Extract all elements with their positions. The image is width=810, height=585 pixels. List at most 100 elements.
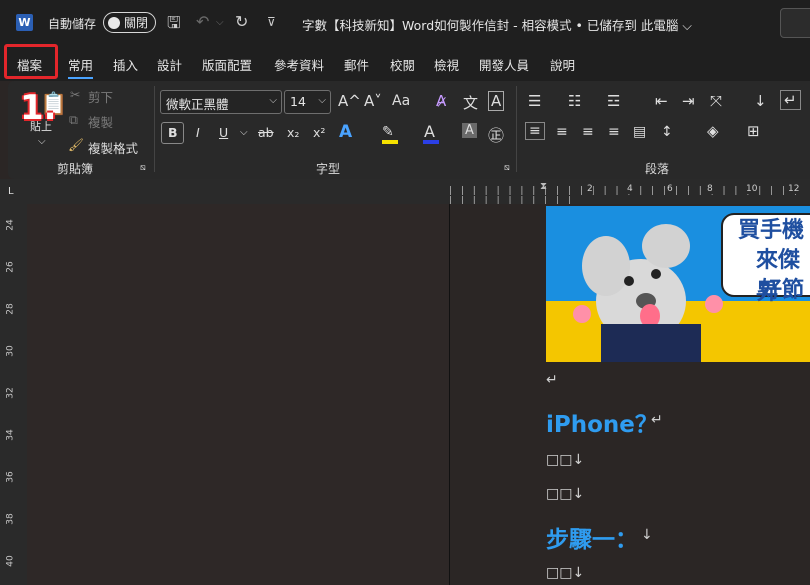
tab-insert[interactable]: 插入 bbox=[113, 55, 138, 74]
indent-marker-icon[interactable]: ⧗ bbox=[540, 181, 547, 192]
paste-dropdown-icon[interactable]: ⌵ bbox=[38, 136, 46, 147]
align-left-icon[interactable]: ≡ bbox=[525, 122, 545, 140]
vertical-ruler[interactable]: 24 26 28 30 32 34 36 38 40 bbox=[0, 204, 27, 585]
customize-toolbar-icon[interactable]: ⊽ bbox=[267, 15, 276, 29]
ruler-number: 10 bbox=[746, 184, 758, 194]
ruler-number: 26 bbox=[5, 261, 16, 273]
ruler-number: 12 bbox=[788, 184, 800, 194]
tab-references[interactable]: 參考資料 bbox=[274, 55, 324, 74]
ruler-number: 4 bbox=[627, 184, 633, 194]
numbering-icon[interactable]: ☷ bbox=[568, 92, 581, 110]
shading-icon[interactable]: ◈ bbox=[707, 122, 719, 140]
ruler-number: 28 bbox=[5, 303, 16, 315]
ribbon-tabs: 檔案 常用 插入 設計 版面配置 參考資料 郵件 校閱 檢視 開發人員 說明 bbox=[0, 45, 810, 81]
step-number-annotation: 1. bbox=[20, 88, 57, 128]
empty-line[interactable]: □□↓ bbox=[546, 452, 584, 468]
superscript-button[interactable]: x² bbox=[313, 125, 325, 140]
group-separator bbox=[516, 86, 517, 172]
tab-layout[interactable]: 版面配置 bbox=[202, 55, 252, 74]
clipboard-launcher-icon[interactable]: ⧅ bbox=[140, 163, 146, 173]
banner-text-line1: 買手機 bbox=[738, 218, 805, 243]
ruler-number: 6 bbox=[667, 184, 673, 194]
strikethrough-button[interactable]: ab bbox=[258, 125, 274, 140]
format-painter-icon[interactable]: 🖌 bbox=[68, 137, 84, 153]
document-title[interactable]: 字數【科技新知】Word如何製作信封 - 相容模式 • 已儲存到 此電腦 ⌵ bbox=[302, 15, 692, 34]
ruler-number: 2 bbox=[587, 184, 593, 194]
grow-font-button[interactable]: A^ bbox=[338, 92, 361, 110]
tab-developer[interactable]: 開發人員 bbox=[479, 55, 529, 74]
chevron-down-icon: ⌵ bbox=[269, 95, 277, 106]
decrease-indent-icon[interactable]: ⇤ bbox=[655, 92, 668, 110]
asian-layout-icon[interactable]: ⤧ bbox=[710, 92, 722, 110]
tab-home[interactable]: 常用 bbox=[68, 55, 94, 79]
tab-review[interactable]: 校閱 bbox=[390, 55, 415, 74]
character-shading-icon[interactable]: A bbox=[462, 123, 477, 138]
bullets-icon[interactable]: ☰ bbox=[528, 92, 541, 110]
multilevel-list-icon[interactable]: ☲ bbox=[607, 92, 620, 110]
distributed-icon[interactable]: ▤ bbox=[633, 124, 646, 140]
tab-view[interactable]: 檢視 bbox=[434, 55, 459, 74]
file-tab-highlight bbox=[4, 44, 58, 79]
text-effects-icon[interactable]: A bbox=[339, 122, 352, 142]
underline-button[interactable]: U bbox=[219, 125, 228, 140]
italic-button[interactable]: I bbox=[196, 125, 200, 140]
font-size-dropdown[interactable]: 14 ⌵ bbox=[284, 90, 331, 114]
empty-line[interactable]: □□↓ bbox=[546, 486, 584, 502]
sort-icon[interactable]: ↓ bbox=[754, 92, 767, 110]
paragraph-mark: ↵ bbox=[546, 372, 558, 388]
ruler-number: 32 bbox=[5, 387, 16, 399]
toggle-knob bbox=[108, 16, 120, 29]
justify-icon[interactable]: ≡ bbox=[608, 124, 620, 140]
undo-icon[interactable]: ↶ bbox=[196, 12, 209, 31]
clear-formatting-icon[interactable]: A̷ bbox=[436, 92, 446, 110]
show-marks-icon[interactable]: ↵ bbox=[780, 90, 801, 110]
font-group-label: 字型 bbox=[316, 162, 341, 176]
shrink-font-button[interactable]: A˅ bbox=[364, 92, 382, 110]
align-center-icon[interactable]: ≡ bbox=[556, 124, 568, 140]
highlight-color-icon[interactable]: ✎ bbox=[382, 124, 394, 140]
change-case-button[interactable]: Aa bbox=[392, 93, 410, 109]
font-size-value: 14 bbox=[290, 94, 306, 109]
empty-line[interactable]: □□↓ bbox=[546, 565, 584, 581]
heading-iphone[interactable]: iPhone？ bbox=[546, 405, 658, 439]
chevron-down-icon[interactable]: ⌵ bbox=[240, 127, 248, 138]
search-box[interactable] bbox=[780, 8, 810, 38]
cut-icon[interactable]: ✂ bbox=[70, 87, 80, 102]
format-painter-label[interactable]: 複製格式 bbox=[88, 138, 138, 157]
font-family-value: 微軟正黑體 bbox=[166, 97, 229, 112]
undo-dropdown-icon[interactable]: ⌵ bbox=[216, 17, 224, 28]
copy-icon[interactable]: ⧉ bbox=[69, 112, 78, 128]
character-border-icon[interactable]: A bbox=[488, 91, 505, 111]
tab-help[interactable]: 說明 bbox=[550, 55, 575, 74]
toggle-state-label: 關閉 bbox=[124, 16, 149, 30]
font-launcher-icon[interactable]: ⧅ bbox=[504, 163, 510, 173]
horizontal-ruler[interactable]: | | | | | | | | | | | | | | | | | | | | … bbox=[449, 184, 810, 206]
paragraph-group-label: 段落 bbox=[645, 162, 670, 176]
phonetic-guide-icon[interactable]: 文 bbox=[463, 92, 478, 113]
redo-icon[interactable]: ↻ bbox=[235, 12, 248, 31]
borders-icon[interactable]: ⊞ bbox=[747, 122, 760, 140]
autosave-toggle[interactable]: 關閉 bbox=[103, 12, 156, 33]
paragraph-mark: ↵ bbox=[651, 412, 663, 428]
align-right-icon[interactable]: ≡ bbox=[582, 124, 594, 140]
increase-indent-icon[interactable]: ⇥ bbox=[682, 92, 695, 110]
chevron-down-icon: ⌵ bbox=[318, 95, 326, 106]
ruler-number: 36 bbox=[5, 471, 16, 483]
tab-mailings[interactable]: 郵件 bbox=[344, 55, 369, 74]
cut-label[interactable]: 剪下 bbox=[88, 87, 113, 106]
enclose-characters-icon[interactable]: ㊣ bbox=[488, 122, 504, 146]
subscript-button[interactable]: x₂ bbox=[287, 125, 299, 140]
font-color-icon[interactable]: A bbox=[424, 122, 435, 141]
save-icon[interactable]: 🖫 bbox=[167, 12, 181, 39]
copy-label[interactable]: 複製 bbox=[88, 112, 113, 131]
autosave-label: 自動儲存 bbox=[48, 17, 97, 31]
line-spacing-icon[interactable]: ↕ bbox=[661, 124, 673, 140]
banner-text-line3: 好節 bbox=[760, 278, 805, 303]
heading-step-one[interactable]: 步驟一： bbox=[546, 520, 638, 554]
clipboard-group-label: 剪貼簿 bbox=[57, 162, 94, 176]
tab-design[interactable]: 設計 bbox=[157, 55, 182, 74]
ruler-number: 24 bbox=[5, 219, 16, 231]
font-color-swatch bbox=[423, 140, 439, 144]
font-family-dropdown[interactable]: 微軟正黑體 ⌵ bbox=[160, 90, 282, 114]
tab-selector-icon[interactable]: L bbox=[8, 186, 14, 197]
